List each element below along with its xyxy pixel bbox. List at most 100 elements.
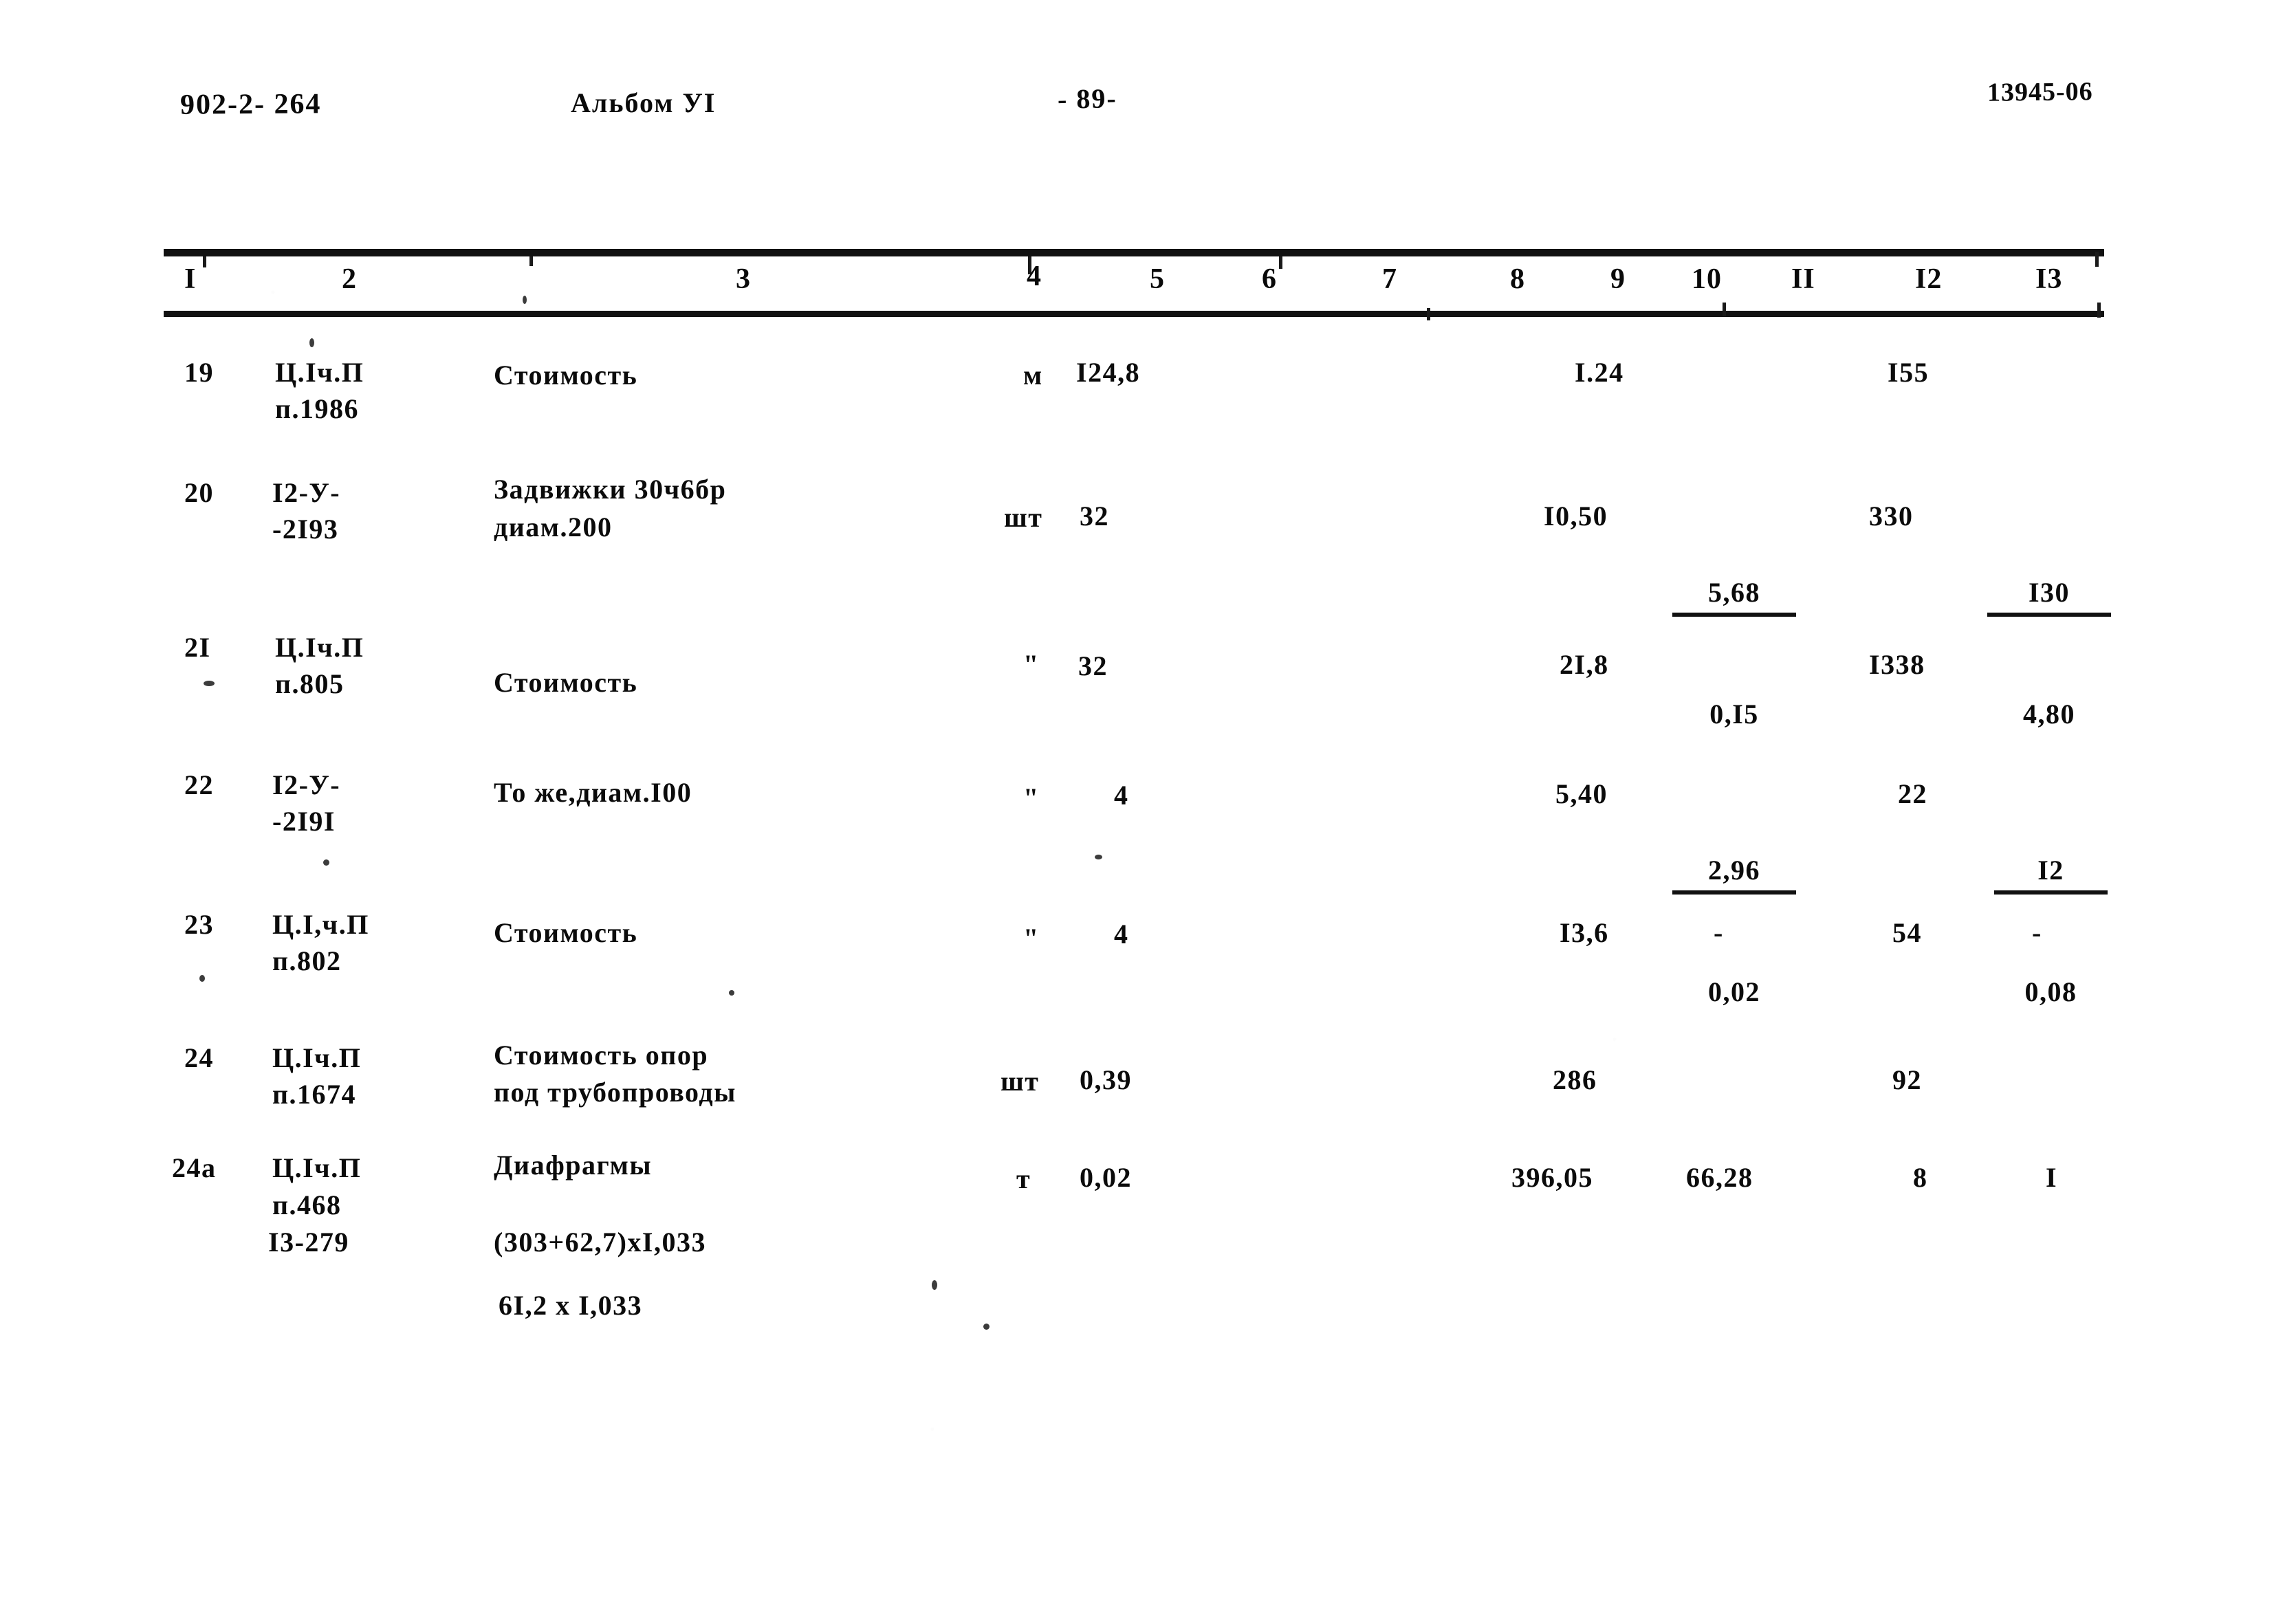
row-code-line3: I3-279 (268, 1227, 349, 1258)
row-quantity: I24,8 (1076, 357, 1141, 388)
scan-speckle (199, 975, 205, 982)
column-header-12: I2 (1915, 263, 1943, 295)
row-col9: I.24 (1575, 357, 1624, 388)
fraction-numerator: 2,96 (1672, 851, 1796, 895)
row-unit: " (1023, 923, 1040, 954)
document-code: 902-2- 264 (179, 88, 322, 121)
row-unit: " (1023, 649, 1040, 680)
row-col13: - (2032, 917, 2042, 948)
column-tick (1279, 256, 1282, 269)
fraction-denominator: 4,80 (2023, 699, 2075, 729)
column-tick (2097, 303, 2101, 318)
row-code-line2: -2I93 (272, 514, 339, 545)
column-tick (529, 256, 533, 266)
row-col10-fraction: 5,68 0,I5 (1672, 496, 1796, 811)
row-code-line1: Ц.Iч.П (272, 1042, 362, 1073)
row-col10: 66,28 (1686, 1162, 1753, 1193)
row-name-line1: Задвижки 30ч6бр (494, 474, 727, 505)
row-code-line1: Ц.Iч.П (272, 1152, 362, 1183)
row-name-line3: 6I,2 х I,033 (499, 1290, 643, 1321)
table-top-rule (164, 249, 2104, 256)
row-code-line2: п.802 (272, 945, 342, 976)
row-name-line2: под трубопроводы (494, 1077, 736, 1108)
row-quantity: 0,39 (1080, 1064, 1132, 1095)
column-header-7: 7 (1382, 263, 1397, 295)
column-header-9: 9 (1610, 263, 1626, 295)
scan-speckle (309, 338, 314, 347)
row-col12: 22 (1898, 778, 1927, 809)
row-name-line1: Стоимость опор (494, 1040, 709, 1071)
row-code-line2: п.805 (275, 668, 345, 699)
column-header-2: 2 (342, 263, 357, 295)
row-col9: I0,50 (1544, 501, 1608, 531)
column-header-3: 3 (736, 263, 751, 295)
row-name-line1: Стоимость (494, 360, 638, 391)
table-bottom-rule (164, 311, 2104, 317)
column-tick (203, 256, 206, 267)
row-name-line1: Стоимость (494, 667, 638, 698)
row-col12: 92 (1892, 1064, 1922, 1095)
row-unit: м (1023, 360, 1043, 391)
row-col9: 5,40 (1555, 778, 1608, 809)
row-code-line1: I2-У- (272, 477, 341, 508)
column-header-4: 4 (1027, 261, 1042, 292)
scan-speckle (1095, 855, 1102, 859)
row-number: 22 (184, 769, 214, 800)
archive-stamp: 13945-06 (1987, 77, 2093, 107)
row-quantity: 4 (1114, 919, 1129, 950)
row-name-line1: То же,диам.I00 (494, 777, 692, 808)
row-col12: I338 (1869, 649, 1925, 680)
column-header-1: I (184, 263, 197, 295)
row-unit: т (1016, 1163, 1031, 1194)
row-unit: шт (1004, 502, 1043, 533)
scan-speckle (523, 296, 527, 304)
row-name-line2: диам.200 (494, 512, 613, 542)
table-row: 24а Ц.Iч.П п.468 I3-279 Диафрагмы (303+6… (0, 0, 2057, 1321)
row-col12: 54 (1892, 917, 1922, 948)
row-code-line2: п.1674 (272, 1079, 357, 1110)
column-header-8: 8 (1510, 263, 1525, 295)
row-col12: I55 (1888, 357, 1929, 388)
row-col13: I (2046, 1162, 2058, 1193)
scan-speckle (983, 1324, 990, 1330)
row-code-line1: Ц.I,ч.П (272, 909, 369, 940)
row-col10: - (1714, 917, 1724, 948)
fraction-denominator: 0,02 (1708, 976, 1760, 1007)
fraction-numerator: I2 (1994, 851, 2108, 895)
row-code-line1: Ц.Iч.П (275, 632, 364, 663)
row-col13-fraction: I30 4,80 (1987, 496, 2111, 811)
fraction-numerator: I30 (1987, 573, 2111, 617)
row-col10-fraction: 2,96 0,02 (1672, 774, 1796, 1088)
fraction-numerator: 5,68 (1672, 573, 1796, 617)
scan-speckle (729, 990, 734, 996)
row-name-line1: Диафрагмы (494, 1150, 653, 1181)
column-tick (1427, 308, 1430, 320)
page-number: - 89- (1057, 83, 1118, 115)
row-number: 23 (184, 909, 214, 940)
row-quantity: 32 (1080, 501, 1109, 531)
column-header-13: I3 (2035, 263, 2063, 295)
column-header-10: 10 (1692, 263, 1722, 295)
row-col9: 286 (1553, 1064, 1597, 1095)
row-col9: 2I,8 (1560, 649, 1609, 680)
row-col13-fraction: I2 0,08 (1994, 774, 2108, 1088)
column-header-6: 6 (1262, 263, 1277, 295)
row-col9: I3,6 (1560, 917, 1609, 948)
album-label: Альбом УI (571, 87, 717, 118)
row-code-line2: п.1986 (275, 393, 360, 424)
row-number: 24а (172, 1152, 217, 1183)
row-code-line1: I2-У- (272, 769, 341, 800)
row-number: 24 (184, 1042, 214, 1073)
column-tick (2095, 252, 2099, 267)
row-col12: 8 (1913, 1162, 1928, 1193)
scan-speckle (323, 859, 329, 866)
scan-speckle (204, 681, 215, 686)
row-number: 2I (184, 632, 211, 663)
row-code-line2: -2I9I (272, 806, 336, 837)
column-header-11: II (1791, 263, 1815, 295)
row-code-line1: Ц.Iч.П (275, 357, 364, 388)
fraction-denominator: 0,08 (2024, 976, 2077, 1007)
scanned-document-page: 902-2- 264 Альбом УI - 89- 13945-06 I 2 … (0, 0, 2274, 1624)
row-col12: 330 (1869, 501, 1914, 531)
row-number: 19 (184, 357, 214, 388)
